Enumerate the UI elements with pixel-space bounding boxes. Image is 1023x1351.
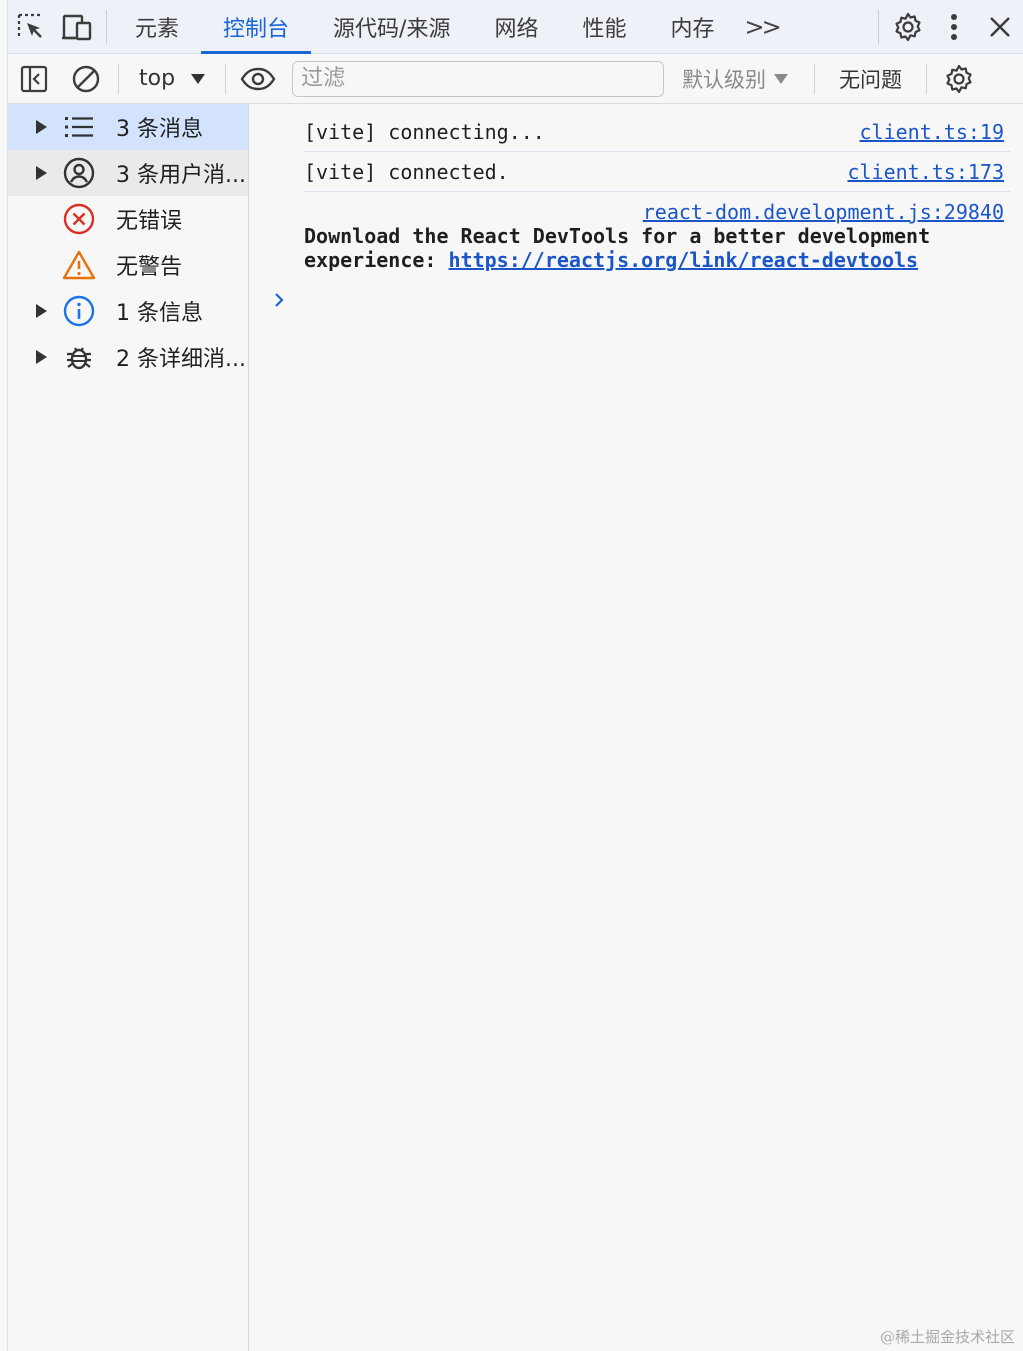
source-link[interactable]: client.ts:173 [847,160,1004,184]
console-toolbar: top 默认级别 无问题 [8,54,1023,104]
watermark: @稀土掘金技术社区 [879,1328,1015,1346]
issues-button[interactable]: 无问题 [821,54,920,104]
tabbar-separator [878,9,879,44]
console-message: [vite] connected. client.ts:173 [304,152,1010,192]
tab-label: 网络 [494,16,539,42]
issues-label: 无问题 [839,67,903,92]
device-toolbar-icon[interactable] [54,0,100,54]
expand-arrow-icon[interactable] [36,120,47,134]
list-icon [62,110,96,144]
user-circle-icon [62,156,96,190]
toolbar-separator [814,63,816,94]
close-icon[interactable] [977,0,1023,54]
sidebar-item-label: 3 条用户消... [116,163,246,188]
tab-label: 源代码/来源 [333,16,451,42]
tab-elements[interactable]: 元素 [113,0,201,54]
chevron-down-icon [774,73,789,84]
info-icon [62,294,96,328]
log-levels-dropdown[interactable]: 默认级别 [664,54,808,104]
expand-arrow-icon[interactable] [36,304,47,318]
toolbar-separator [926,63,928,94]
sidebar-item-verbose[interactable]: 2 条详细消... [8,334,248,380]
filter-input[interactable] [292,60,665,97]
tab-performance[interactable]: 性能 [560,0,648,54]
source-link[interactable]: client.ts:19 [860,120,1005,144]
tab-label: 元素 [135,16,180,42]
sidebar-item-label: 2 条详细消... [116,347,246,372]
clear-console-icon[interactable] [60,54,112,104]
devtools-tabbar: 元素 控制台 源代码/来源 网络 性能 内存 >> [8,0,1023,54]
message-text-line2: experience: https://reactjs.org/link/rea… [304,248,918,272]
toolbar-separator [118,63,119,94]
console-settings-gear-icon[interactable] [933,54,985,104]
warning-icon [62,248,96,282]
toolbar-separator [225,63,227,94]
tab-label: 性能 [582,16,627,42]
sidebar-item-messages[interactable]: 3 条消息 [8,104,248,150]
chevron-down-icon [191,73,206,84]
sidebar-item-user-messages[interactable]: 3 条用户消... [8,150,248,196]
settings-gear-icon[interactable] [885,0,931,54]
message-text: [vite] connecting... [304,120,545,144]
bug-icon [62,340,96,374]
source-link[interactable]: react-dom.development.js:29840 [643,200,1004,224]
tabbar-separator [106,9,107,44]
more-tabs-button[interactable]: >> [737,0,791,54]
expand-arrow-icon[interactable] [36,350,47,364]
more-tabs-label: >> [744,12,782,41]
console-sidebar: 3 条消息 3 条用户消... 无错误 无警告 1 条信息 2 条详细消... [8,104,249,1351]
more-options-icon[interactable] [931,0,977,54]
console-prompt-chevron-icon[interactable] [272,290,286,310]
sidebar-item-label: 1 条信息 [116,301,203,326]
tab-label: 控制台 [223,16,290,42]
tab-console[interactable]: 控制台 [201,0,312,54]
left-edge [0,0,8,1351]
devtools-link[interactable]: https://reactjs.org/link/react-devtools [449,248,919,272]
tab-memory[interactable]: 内存 [648,0,736,54]
sidebar-item-errors[interactable]: 无错误 [8,196,248,242]
tab-sources[interactable]: 源代码/来源 [311,0,472,54]
log-levels-label: 默认级别 [682,67,767,92]
expand-arrow-icon[interactable] [36,166,47,180]
console-message: [vite] connecting... client.ts:19 [304,112,1010,152]
tabbar-right-actions [872,0,1023,54]
context-selector[interactable]: top [125,54,219,104]
message-text: Download the React DevTools for a better… [304,224,931,248]
sidebar-item-info[interactable]: 1 条信息 [8,288,248,334]
message-text: [vite] connected. [304,160,509,184]
tab-network[interactable]: 网络 [472,0,560,54]
sidebar-item-label: 无警告 [116,255,183,280]
sidebar-item-label: 3 条消息 [116,117,203,142]
console-messages: [vite] connecting... client.ts:19 [vite]… [250,104,1023,1351]
sidebar-item-label: 无错误 [116,209,183,234]
context-label: top [139,66,176,91]
inspect-element-icon[interactable] [8,0,54,54]
tab-label: 内存 [670,16,715,42]
toggle-sidebar-icon[interactable] [8,54,60,104]
console-message: react-dom.development.js:29840 Download … [304,198,1010,278]
error-icon [62,202,96,236]
sidebar-item-warnings[interactable]: 无警告 [8,242,248,288]
live-expression-eye-icon[interactable] [232,54,284,104]
message-text: experience: [304,248,449,272]
